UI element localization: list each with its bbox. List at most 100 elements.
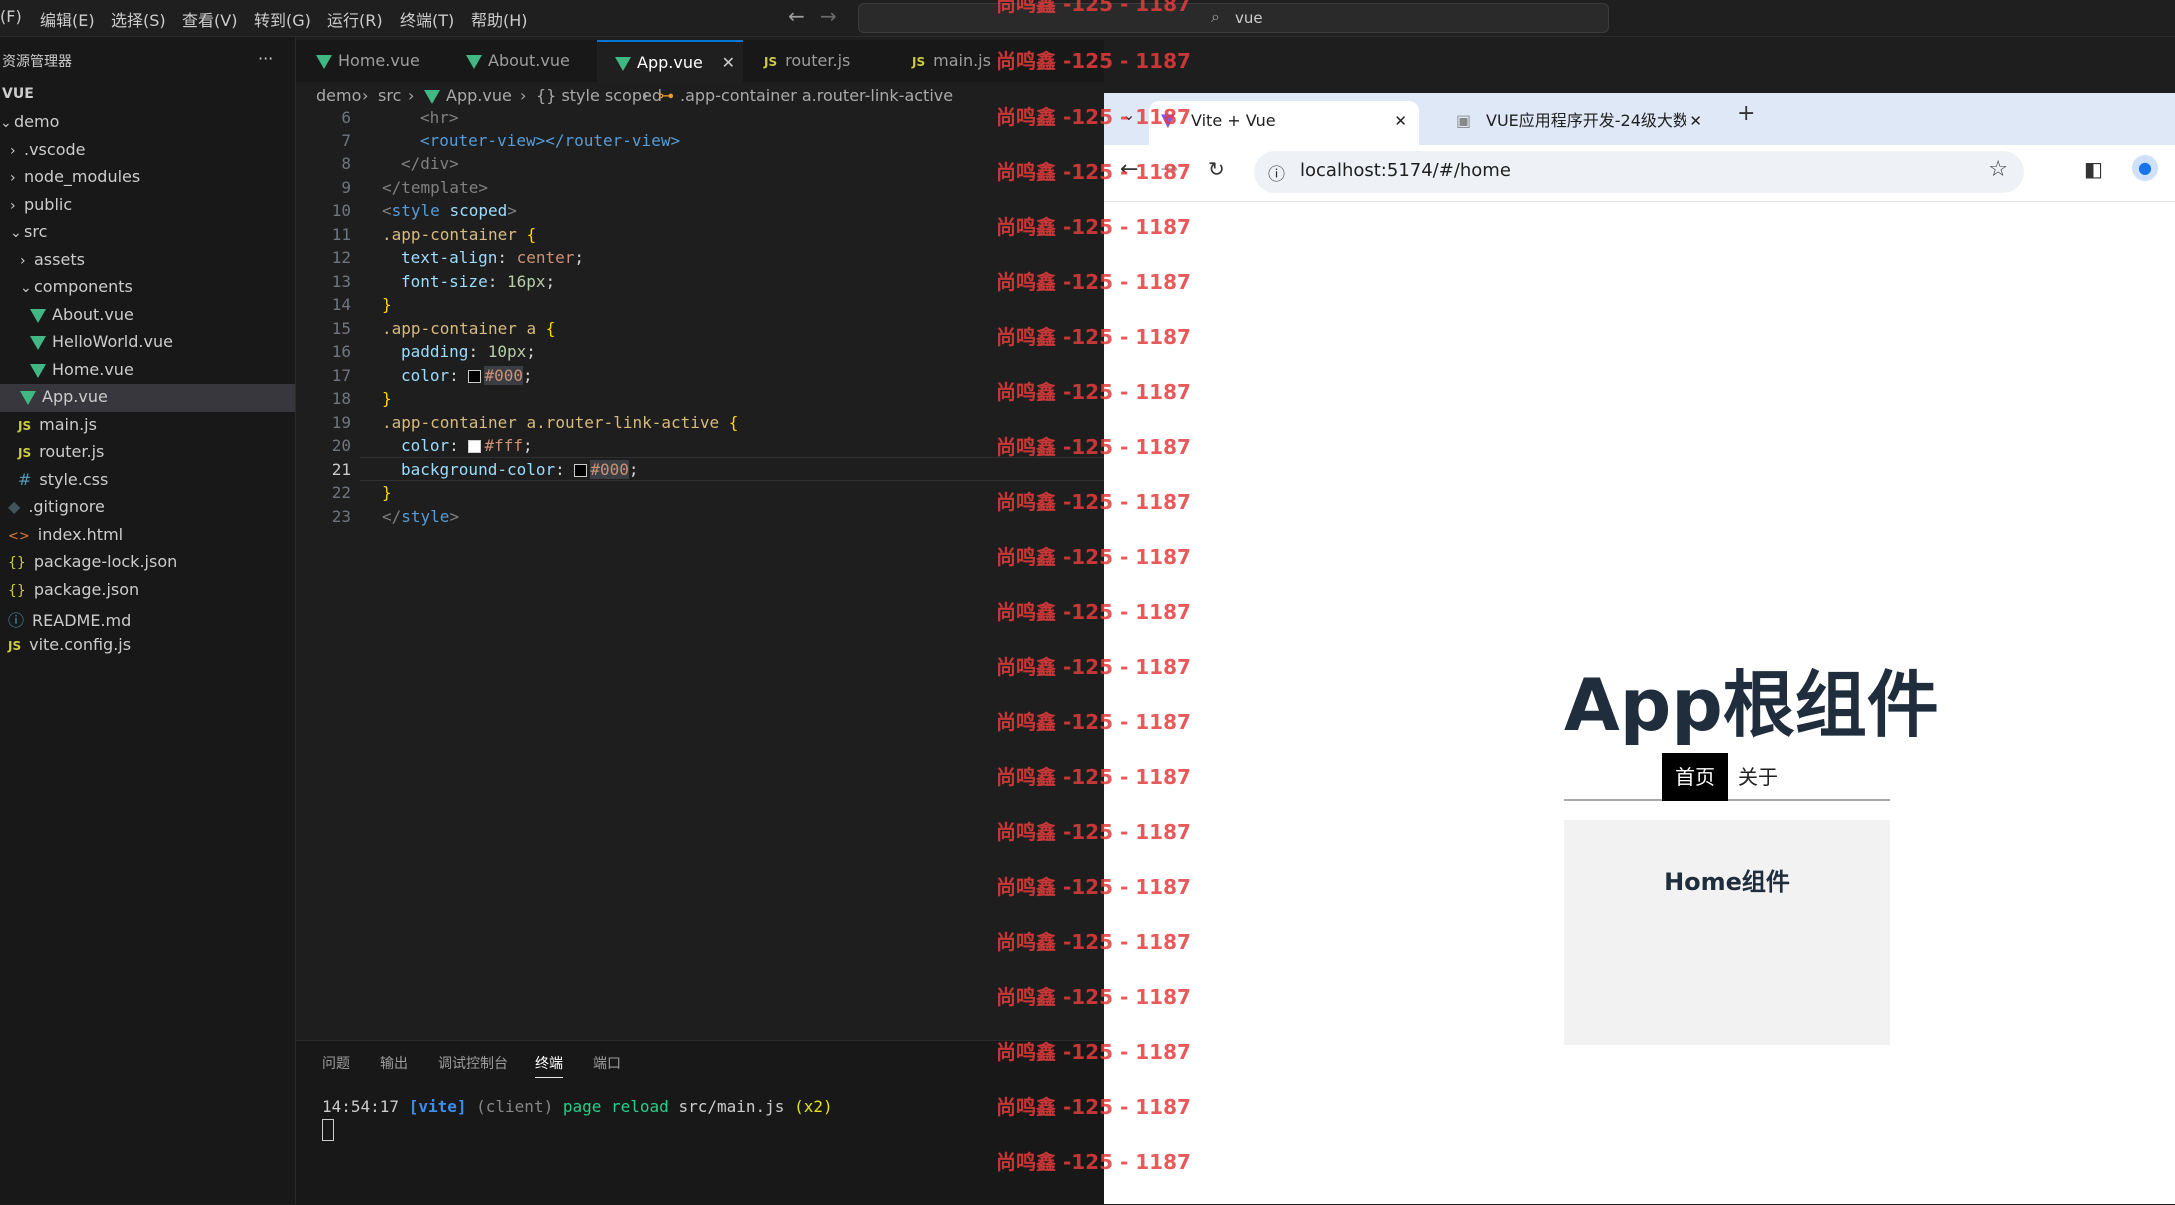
breadcrumb-selector[interactable]: .app-container a.router-link-active xyxy=(680,82,953,110)
js-file-icon: JS xyxy=(18,446,32,460)
tree-folder-node-modules[interactable]: › node_modules xyxy=(10,167,140,186)
close-tab-icon[interactable]: ✕ xyxy=(1394,101,1407,141)
back-arrow-icon[interactable]: ← xyxy=(788,4,805,28)
tree-folder-src[interactable]: ⌄ src xyxy=(10,222,47,241)
color-swatch-icon[interactable] xyxy=(468,370,482,383)
tab-about-vue[interactable]: About.vue xyxy=(466,40,591,82)
reload-icon[interactable]: ↻ xyxy=(1208,157,1225,181)
watermark-text: 尚鸣鑫 -125 - 1187 xyxy=(996,1150,1191,1174)
panel-tab-problems[interactable]: 问题 xyxy=(322,1053,350,1073)
vue-file-icon xyxy=(20,390,36,405)
panel-tab-ports[interactable]: 端口 xyxy=(593,1053,621,1073)
tree-file-gitignore[interactable]: ◆ .gitignore xyxy=(8,497,105,516)
panel-tab-debug-console[interactable]: 调试控制台 xyxy=(438,1053,508,1073)
menu-view[interactable]: 查看(V) xyxy=(182,7,237,31)
tree-folder-assets[interactable]: › assets xyxy=(20,250,85,269)
tree-label: .gitignore xyxy=(28,497,105,516)
side-panel-icon[interactable]: ◧ xyxy=(2084,157,2103,181)
watermark-text: 尚鸣鑫 -125 - 1187 xyxy=(996,655,1191,679)
code-token: 16px xyxy=(506,272,546,291)
tree-file-main-js[interactable]: JS main.js xyxy=(18,415,97,434)
breadcrumb-sep-icon: › xyxy=(642,86,649,105)
code-line-16: padding: 10px; xyxy=(401,342,536,361)
tree-label: .vscode xyxy=(24,140,86,159)
color-swatch-icon[interactable] xyxy=(574,464,588,477)
new-tab-button[interactable]: + xyxy=(1737,101,1755,126)
breadcrumb-app-vue[interactable]: App.vue xyxy=(424,82,512,110)
term-count: (x2) xyxy=(794,1097,833,1116)
tree-file-package-json[interactable]: {} package.json xyxy=(8,580,139,599)
tree-file-router-js[interactable]: JS router.js xyxy=(18,442,104,461)
tab-router-js[interactable]: JS router.js xyxy=(764,40,889,82)
close-tab-icon[interactable]: ✕ xyxy=(722,42,735,84)
json-file-icon: {} xyxy=(8,583,26,599)
tree-folder-demo[interactable]: ⌄ demo xyxy=(0,112,294,138)
tree-folder-public[interactable]: › public xyxy=(10,195,72,214)
code-token: 10px xyxy=(487,342,527,361)
menu-goto[interactable]: 转到(G) xyxy=(254,7,311,31)
menu-run[interactable]: 运行(R) xyxy=(327,7,383,31)
tree-file-package-lock-json[interactable]: {} package-lock.json xyxy=(8,552,177,571)
tree-file-home-vue[interactable]: Home.vue xyxy=(30,360,134,379)
tree-file-helloworld-vue[interactable]: HelloWorld.vue xyxy=(30,332,173,351)
tree-file-about-vue[interactable]: About.vue xyxy=(30,305,134,324)
site-info-icon[interactable]: ⓘ xyxy=(1268,160,1285,185)
workspace-root[interactable]: VUE xyxy=(2,86,34,102)
menu-edit[interactable]: 编辑(E) xyxy=(40,7,95,31)
forward-arrow-icon[interactable]: → xyxy=(820,4,837,28)
breadcrumb-demo[interactable]: demo xyxy=(316,82,361,110)
menu-help[interactable]: 帮助(H) xyxy=(471,7,528,31)
tree-label: HelloWorld.vue xyxy=(52,332,173,351)
git-file-icon: ◆ xyxy=(8,497,21,516)
term-client: (client) xyxy=(476,1097,554,1116)
tree-folder-vscode[interactable]: › .vscode xyxy=(10,140,85,159)
tree-file-vite-config-js[interactable]: JS vite.config.js xyxy=(8,635,131,654)
home-heading: Home组件 xyxy=(1664,868,1790,896)
line-number-current: 21 xyxy=(331,460,351,479)
tab-app-vue[interactable]: App.vue ✕ xyxy=(597,40,743,82)
command-center-search[interactable]: ⌕ vue xyxy=(858,3,1609,33)
tree-file-style-css[interactable]: # style.css xyxy=(18,470,108,489)
code-line-8: </div> xyxy=(401,154,459,173)
menu-terminal[interactable]: 终端(T) xyxy=(400,7,454,31)
code-line-9: </template> xyxy=(382,178,488,197)
tree-label: package-lock.json xyxy=(33,552,178,571)
tree-file-app-vue[interactable]: App.vue xyxy=(0,384,295,412)
line-number: 16 xyxy=(331,342,351,361)
panel-tab-terminal[interactable]: 终端 xyxy=(535,1053,563,1078)
browser-tab-title: VUE应用程序开发-24级大数据... xyxy=(1486,111,1686,130)
code-token: .app-container xyxy=(382,225,517,244)
tree-file-index-html[interactable]: <> index.html xyxy=(8,525,123,544)
code-line-19: .app-container a.router-link-active { xyxy=(382,413,739,432)
css-file-icon: # xyxy=(18,470,32,489)
search-icon: ⌕ xyxy=(1211,7,1220,26)
more-actions-icon[interactable]: ··· xyxy=(258,49,273,68)
watermark-text: 尚鸣鑫 -125 - 1187 xyxy=(996,1095,1191,1119)
vue-file-icon xyxy=(466,54,482,69)
menu-selection[interactable]: 选择(S) xyxy=(111,7,166,31)
menu-file[interactable]: (F) xyxy=(0,7,22,26)
terminal-cursor xyxy=(322,1119,334,1141)
nav-link-home[interactable]: 首页 xyxy=(1662,753,1728,801)
panel-tab-output[interactable]: 输出 xyxy=(380,1053,408,1073)
line-number: 23 xyxy=(331,507,351,526)
tree-file-readme-md[interactable]: ⓘ README.md xyxy=(8,607,131,631)
tree-folder-components[interactable]: ⌄ components xyxy=(20,277,133,296)
nav-link-about[interactable]: 关于 xyxy=(1738,753,1778,801)
code-token: #000 xyxy=(484,366,523,385)
tab-label: router.js xyxy=(785,51,851,70)
code-line-14: } xyxy=(382,295,392,314)
bookmark-star-icon[interactable]: ☆ xyxy=(1988,157,2008,182)
chevron-right-icon: › xyxy=(10,198,16,214)
browser-tab-course[interactable]: ▣ VUE应用程序开发-24级大数据... ✕ xyxy=(1444,101,1714,145)
close-tab-icon[interactable]: ✕ xyxy=(1689,101,1702,141)
tab-home-vue[interactable]: Home.vue xyxy=(316,40,441,82)
line-number: 9 xyxy=(341,178,351,197)
color-swatch-icon[interactable] xyxy=(468,440,482,453)
code-token: text-align xyxy=(401,248,498,267)
vue-file-icon xyxy=(30,363,46,378)
terminal-output[interactable]: 14:54:17 [vite] (client) page reload src… xyxy=(322,1097,833,1116)
address-bar[interactable]: ⓘ localhost:5174/#/home ☆ xyxy=(1254,151,2024,193)
profile-avatar-icon[interactable]: ● xyxy=(2132,155,2158,181)
breadcrumb-src[interactable]: src xyxy=(378,82,401,110)
